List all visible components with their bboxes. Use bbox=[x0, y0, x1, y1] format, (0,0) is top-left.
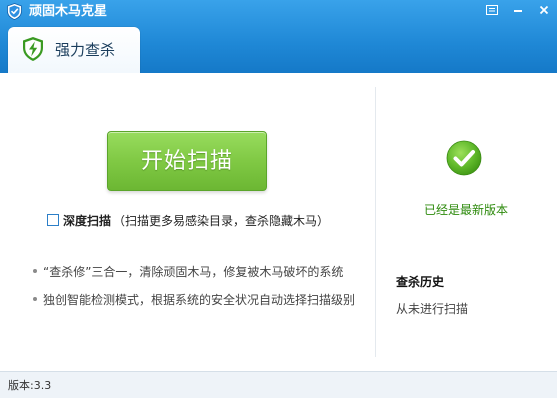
close-icon bbox=[539, 5, 549, 15]
feature-text: “查杀修”三合一，清除顽固木马，修复被木马破坏的系统 bbox=[43, 264, 344, 279]
status-bar: 版本:3.3 bbox=[0, 371, 557, 398]
list-item: 独创智能检测模式，根据系统的安全状况自动选择扫描级别 bbox=[33, 290, 355, 308]
deep-scan-checkbox[interactable] bbox=[47, 214, 59, 226]
bullet-dot-icon bbox=[33, 269, 37, 273]
menu-button[interactable] bbox=[479, 0, 505, 20]
shield-lightning-icon bbox=[23, 37, 43, 61]
deep-scan-option[interactable]: 深度扫描 （扫描更多易感染目录，查杀隐藏木马） bbox=[47, 211, 329, 229]
tab-strong-scan[interactable]: 强力查杀 bbox=[8, 27, 140, 73]
title-bar[interactable]: 顽固木马克星 bbox=[0, 0, 557, 24]
minimize-icon bbox=[514, 10, 522, 12]
feature-list: “查杀修”三合一，清除顽固木马，修复被木马破坏的系统 独创智能检测模式，根据系统… bbox=[33, 262, 355, 318]
check-circle-icon bbox=[446, 140, 482, 176]
version-status: 已经是最新版本 bbox=[424, 203, 509, 217]
scan-history-value: 从未进行扫描 bbox=[396, 302, 469, 316]
deep-scan-label[interactable]: 深度扫描 bbox=[63, 212, 111, 229]
tab-label: 强力查杀 bbox=[55, 41, 116, 59]
menu-icon bbox=[486, 5, 498, 15]
list-item: “查杀修”三合一，清除顽固木马，修复被木马破坏的系统 bbox=[33, 262, 355, 280]
close-button[interactable] bbox=[531, 0, 557, 20]
app-logo-icon bbox=[7, 3, 22, 20]
start-scan-button[interactable]: 开始扫描 bbox=[107, 131, 267, 191]
app-window: 顽固木马克星 强力查杀 开始扫描 深度扫描 （扫描更多易感染目录，查杀隐藏木马）… bbox=[0, 0, 557, 398]
feature-text: 独创智能检测模式，根据系统的安全状况自动选择扫描级别 bbox=[43, 292, 356, 307]
deep-scan-description: （扫描更多易感染目录，查杀隐藏木马） bbox=[113, 213, 330, 228]
app-title: 顽固木马克星 bbox=[29, 4, 108, 19]
window-controls bbox=[479, 0, 557, 20]
bullet-dot-icon bbox=[33, 297, 37, 301]
panel-divider bbox=[375, 87, 376, 357]
header-bar: 顽固木马克星 强力查杀 bbox=[0, 0, 557, 73]
version-label: 版本:3.3 bbox=[8, 379, 52, 392]
minimize-button[interactable] bbox=[505, 0, 531, 20]
scan-history-title: 查杀历史 bbox=[396, 275, 445, 289]
